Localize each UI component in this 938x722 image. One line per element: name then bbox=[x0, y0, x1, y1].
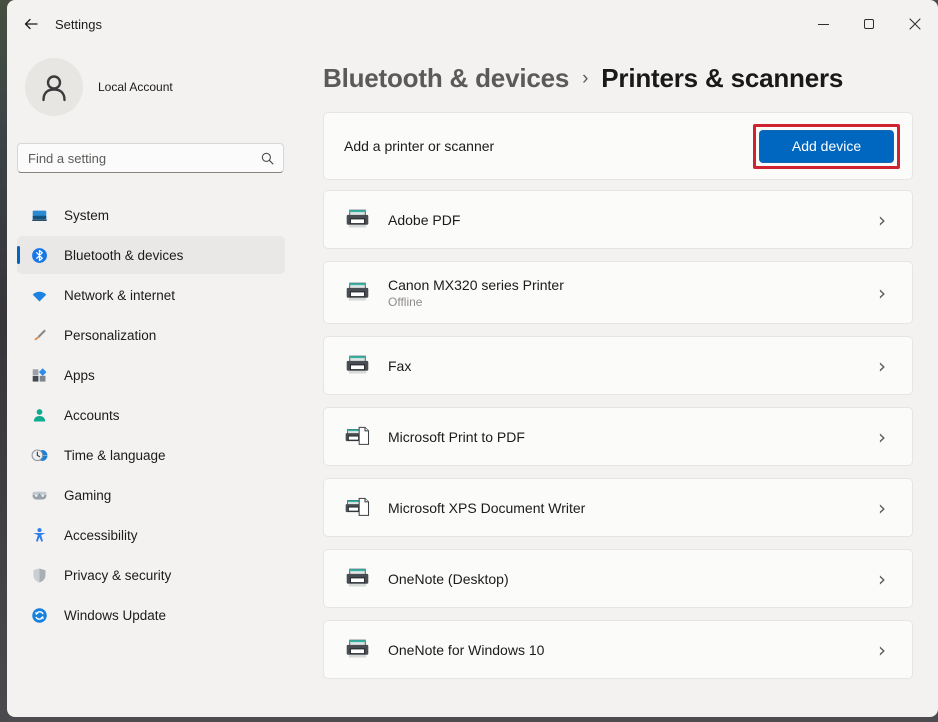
back-arrow-icon bbox=[23, 16, 39, 32]
app-title: Settings bbox=[55, 17, 102, 32]
gaming-icon bbox=[31, 487, 48, 504]
accessibility-icon bbox=[31, 527, 48, 544]
device-name: OneNote for Windows 10 bbox=[388, 642, 544, 658]
sidebar-item-time-language[interactable]: Time & language bbox=[17, 436, 285, 474]
sidebar-item-personalization[interactable]: Personalization bbox=[17, 316, 285, 354]
chevron-right-icon: › bbox=[878, 640, 892, 660]
time-language-icon bbox=[31, 447, 48, 464]
apps-icon bbox=[31, 367, 48, 384]
device-row[interactable]: Adobe PDF › bbox=[323, 190, 913, 249]
sidebar-item-bluetooth[interactable]: Bluetooth & devices bbox=[17, 236, 285, 274]
sidebar-item-apps[interactable]: Apps bbox=[17, 356, 285, 394]
chevron-right-icon: › bbox=[878, 356, 892, 376]
system-icon bbox=[31, 207, 48, 224]
chevron-right-icon: › bbox=[878, 210, 892, 230]
red-highlight-annotation: Add device bbox=[753, 124, 900, 169]
bluetooth-icon bbox=[31, 247, 48, 264]
printer-icon bbox=[344, 567, 371, 590]
main-content: Bluetooth & devices › Printers & scanner… bbox=[323, 48, 913, 717]
chevron-right-icon: › bbox=[878, 498, 892, 518]
add-printer-card: Add a printer or scanner Add device bbox=[323, 112, 913, 180]
breadcrumb: Bluetooth & devices › Printers & scanner… bbox=[323, 59, 913, 97]
windows-update-icon bbox=[31, 607, 48, 624]
sidebar-item-windows-update[interactable]: Windows Update bbox=[17, 596, 285, 634]
person-icon bbox=[37, 70, 71, 104]
search-icon bbox=[260, 151, 275, 166]
device-status: Offline bbox=[388, 295, 564, 309]
device-row[interactable]: OneNote (Desktop) › bbox=[323, 549, 913, 608]
avatar bbox=[25, 58, 83, 116]
back-button[interactable] bbox=[15, 8, 47, 40]
sidebar-item-label: Network & internet bbox=[64, 288, 175, 303]
minimize-icon bbox=[818, 24, 829, 25]
sidebar-nav: System Bluetooth & devices Network & int… bbox=[17, 196, 285, 636]
device-name: Canon MX320 series Printer bbox=[388, 277, 564, 293]
sidebar-item-label: Accessibility bbox=[64, 528, 138, 543]
sidebar-item-network[interactable]: Network & internet bbox=[17, 276, 285, 314]
device-row[interactable]: Microsoft Print to PDF › bbox=[323, 407, 913, 466]
sidebar-item-label: Privacy & security bbox=[64, 568, 171, 583]
breadcrumb-separator-icon: › bbox=[582, 68, 588, 90]
titlebar: Settings bbox=[7, 0, 938, 48]
device-name: Fax bbox=[388, 358, 411, 374]
device-name: OneNote (Desktop) bbox=[388, 571, 509, 587]
minimize-button[interactable] bbox=[800, 0, 846, 48]
add-device-button[interactable]: Add device bbox=[759, 130, 894, 163]
network-icon bbox=[31, 287, 48, 304]
selected-accent-bar bbox=[17, 246, 20, 264]
printer-document-icon bbox=[344, 425, 371, 448]
close-icon bbox=[909, 18, 921, 30]
chevron-right-icon: › bbox=[878, 427, 892, 447]
sidebar-item-label: Windows Update bbox=[64, 608, 166, 623]
printer-document-icon bbox=[344, 496, 371, 519]
chevron-right-icon: › bbox=[878, 283, 892, 303]
page-title: Printers & scanners bbox=[601, 63, 843, 94]
sidebar: Local Account System Bluetooth & devices… bbox=[17, 48, 285, 717]
printer-icon bbox=[344, 281, 371, 304]
sidebar-item-label: System bbox=[64, 208, 109, 223]
sidebar-item-label: Bluetooth & devices bbox=[64, 248, 183, 263]
sidebar-item-label: Personalization bbox=[64, 328, 156, 343]
printer-icon bbox=[344, 354, 371, 377]
maximize-icon bbox=[864, 19, 874, 29]
window-controls bbox=[800, 0, 938, 48]
settings-window: Settings Local Account bbox=[7, 0, 938, 717]
close-button[interactable] bbox=[892, 0, 938, 48]
personalization-icon bbox=[31, 327, 48, 344]
maximize-button[interactable] bbox=[846, 0, 892, 48]
device-row[interactable]: OneNote for Windows 10 › bbox=[323, 620, 913, 679]
sidebar-item-system[interactable]: System bbox=[17, 196, 285, 234]
privacy-icon bbox=[31, 567, 48, 584]
chevron-right-icon: › bbox=[878, 569, 892, 589]
accounts-icon bbox=[31, 407, 48, 424]
printer-icon bbox=[344, 208, 371, 231]
sidebar-item-gaming[interactable]: Gaming bbox=[17, 476, 285, 514]
device-row[interactable]: Microsoft XPS Document Writer › bbox=[323, 478, 913, 537]
device-row[interactable]: Fax › bbox=[323, 336, 913, 395]
device-name: Adobe PDF bbox=[388, 212, 460, 228]
sidebar-item-label: Accounts bbox=[64, 408, 120, 423]
add-printer-label: Add a printer or scanner bbox=[344, 138, 494, 154]
sidebar-item-label: Gaming bbox=[64, 488, 111, 503]
account-name: Local Account bbox=[98, 80, 173, 94]
sidebar-item-privacy[interactable]: Privacy & security bbox=[17, 556, 285, 594]
search-input[interactable] bbox=[28, 151, 260, 166]
search-box bbox=[17, 143, 284, 173]
printer-icon bbox=[344, 638, 371, 661]
device-name: Microsoft XPS Document Writer bbox=[388, 500, 585, 516]
account-row[interactable]: Local Account bbox=[25, 58, 285, 116]
sidebar-item-accessibility[interactable]: Accessibility bbox=[17, 516, 285, 554]
sidebar-item-label: Time & language bbox=[64, 448, 166, 463]
sidebar-item-accounts[interactable]: Accounts bbox=[17, 396, 285, 434]
breadcrumb-parent[interactable]: Bluetooth & devices bbox=[323, 63, 569, 94]
device-list: Adobe PDF › Canon MX320 series Printer O… bbox=[323, 190, 913, 679]
device-row[interactable]: Canon MX320 series Printer Offline › bbox=[323, 261, 913, 324]
device-name: Microsoft Print to PDF bbox=[388, 429, 525, 445]
sidebar-item-label: Apps bbox=[64, 368, 95, 383]
